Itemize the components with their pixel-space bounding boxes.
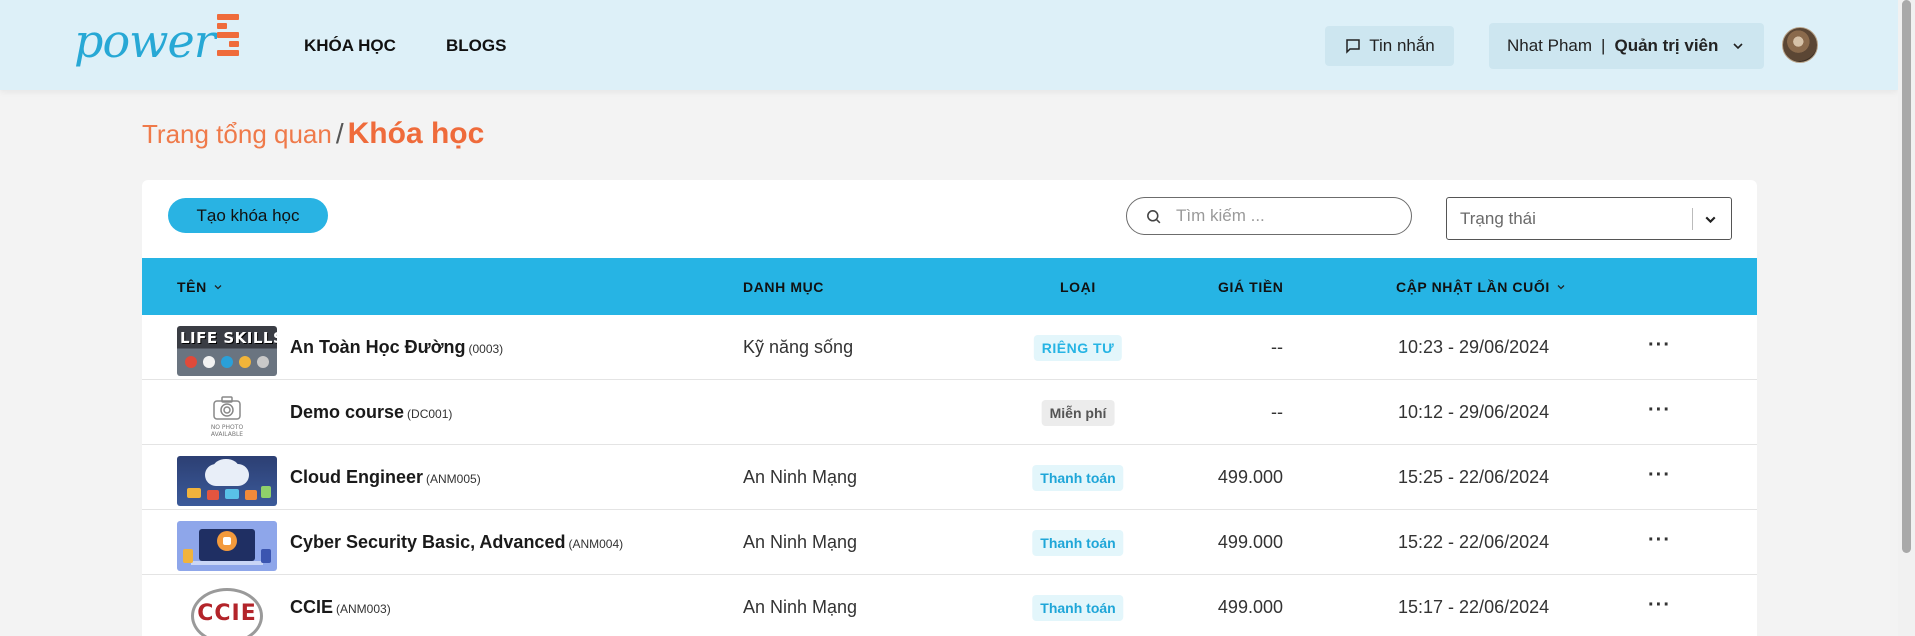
more-actions-button[interactable]: ··· <box>1648 335 1671 355</box>
course-category: An Ninh Mạng <box>743 467 858 487</box>
table-row[interactable]: Cyber Security Basic, Advanced (ANM004) A… <box>142 510 1757 575</box>
search-input[interactable] <box>1176 206 1396 226</box>
page-title: Khóa học <box>347 117 485 150</box>
column-header-name[interactable]: TÊN <box>177 279 224 295</box>
column-header-category: DANH MỤC <box>743 279 825 295</box>
course-name[interactable]: An Toàn Học Đường (0003) <box>290 337 503 358</box>
select-divider <box>1692 208 1693 230</box>
page-scrollbar[interactable] <box>1898 0 1915 636</box>
thumbnail-text: NO PHOTO AVAILABLE <box>210 424 244 438</box>
power5-logo[interactable]: power <box>74 14 243 64</box>
course-category: An Ninh Mạng <box>743 597 858 617</box>
user-separator: | <box>1601 36 1606 55</box>
type-badge: Thanh toán <box>1032 465 1124 491</box>
user-role: Quản trị viên <box>1614 36 1719 55</box>
course-updated-at: 10:23 - 29/06/2024 <box>1398 337 1550 357</box>
course-code: (DC001) <box>407 407 453 421</box>
more-actions-button[interactable]: ··· <box>1648 400 1671 420</box>
type-badge: RIÊNG TƯ <box>1033 335 1123 361</box>
scrollbar-thumb[interactable] <box>1902 0 1911 553</box>
course-code: (ANM004) <box>568 537 624 551</box>
breadcrumb: Trang tổng quan / Khóa học <box>142 117 484 151</box>
messages-label: Tin nhắn <box>1369 36 1435 55</box>
course-thumbnail <box>177 521 277 571</box>
course-thumbnail: CCIE <box>177 586 277 636</box>
course-price: 499.000 <box>1217 467 1283 487</box>
chevron-down-icon <box>1702 211 1719 228</box>
course-name-text: Cyber Security Basic, Advanced <box>290 532 566 552</box>
course-category: Kỹ năng sống <box>743 337 854 357</box>
more-actions-button[interactable]: ··· <box>1648 530 1671 550</box>
column-header-type: LOẠI <box>1060 279 1096 295</box>
table-row[interactable]: CCIE CCIE (ANM003) An Ninh Mạng Thanh toá… <box>142 575 1757 636</box>
top-bar: power KHÓA HỌC BLOGS Tin nhắn Nhat Pham … <box>0 0 1898 90</box>
breadcrumb-dashboard-link[interactable]: Trang tổng quan <box>142 119 332 149</box>
course-name[interactable]: Cloud Engineer (ANM005) <box>290 467 481 488</box>
thumbnail-text: CCIE <box>197 601 257 626</box>
more-actions-button[interactable]: ··· <box>1648 595 1671 615</box>
course-updated-at: 15:22 - 22/06/2024 <box>1398 532 1550 552</box>
course-thumbnail: NO PHOTO AVAILABLE <box>177 391 277 441</box>
table-row[interactable]: NO PHOTO AVAILABLE Demo course (DC001) Mi… <box>142 380 1757 445</box>
course-name-text: Cloud Engineer <box>290 467 424 487</box>
course-category: An Ninh Mạng <box>743 532 858 552</box>
user-menu[interactable]: Nhat Pham | Quản trị viên <box>1489 23 1764 69</box>
more-actions-button[interactable]: ··· <box>1648 465 1671 485</box>
user-name: Nhat Pham <box>1507 36 1593 55</box>
type-badge: Thanh toán <box>1032 595 1124 621</box>
column-header-name-label: TÊN <box>177 279 207 295</box>
nav-blogs[interactable]: BLOGS <box>446 36 506 56</box>
chevron-down-icon <box>1730 38 1746 54</box>
logo-five-mark <box>216 14 243 58</box>
course-updated-at: 15:25 - 22/06/2024 <box>1398 467 1550 487</box>
status-filter-select[interactable]: Trạng thái <box>1446 197 1732 240</box>
sort-chevron-icon <box>214 285 222 290</box>
sort-chevron-icon <box>1557 285 1565 290</box>
search-box[interactable] <box>1126 197 1412 235</box>
course-price: -- <box>1271 337 1283 357</box>
table-row[interactable]: LIFE SKILLS An Toàn Học Đường (0003) Kỹ n… <box>142 315 1757 380</box>
courses-card: Tạo khóa học Trạng thái TÊN DANH MỤC LOẠ… <box>142 180 1757 636</box>
avatar[interactable] <box>1782 27 1818 63</box>
thumbnail-text: LIFE SKILLS <box>180 329 277 347</box>
course-code: (ANM003) <box>336 602 391 616</box>
table-row[interactable]: Cloud Engineer (ANM005) An Ninh Mạng Than… <box>142 445 1757 510</box>
course-updated-at: 10:12 - 29/06/2024 <box>1398 402 1550 422</box>
search-icon <box>1145 208 1162 225</box>
table-header: TÊN DANH MỤC LOẠI GIÁ TIỀN CẬP NHẬT LẦN … <box>142 258 1757 315</box>
camera-icon <box>213 396 241 420</box>
column-header-updated[interactable]: CẬP NHẬT LẦN CUỐI <box>1396 279 1567 295</box>
course-price: 499.000 <box>1217 597 1283 617</box>
type-badge: Thanh toán <box>1032 530 1124 556</box>
course-code: (0003) <box>468 342 504 356</box>
course-price: -- <box>1271 402 1283 422</box>
status-filter-placeholder: Trạng thái <box>1460 208 1536 228</box>
breadcrumb-separator: / <box>335 118 344 149</box>
type-badge: Miễn phí <box>1041 400 1115 426</box>
course-thumbnail <box>177 456 277 506</box>
course-thumbnail: LIFE SKILLS <box>177 326 277 376</box>
logo-text: power <box>74 14 216 68</box>
course-price: 499.000 <box>1217 532 1283 552</box>
chat-icon <box>1344 37 1362 55</box>
create-course-button[interactable]: Tạo khóa học <box>168 198 328 233</box>
course-name[interactable]: Cyber Security Basic, Advanced (ANM004) <box>290 532 623 553</box>
course-name-text: An Toàn Học Đường <box>290 337 466 357</box>
column-header-price: GIÁ TIỀN <box>1218 279 1284 295</box>
nav-khoa-hoc[interactable]: KHÓA HỌC <box>304 36 396 56</box>
course-code: (ANM005) <box>426 472 481 486</box>
course-updated-at: 15:17 - 22/06/2024 <box>1398 597 1550 617</box>
course-name[interactable]: CCIE (ANM003) <box>290 597 391 618</box>
messages-button[interactable]: Tin nhắn <box>1325 26 1454 66</box>
column-header-updated-label: CẬP NHẬT LẦN CUỐI <box>1396 279 1550 295</box>
course-name-text: Demo course <box>290 402 405 422</box>
course-name-text: CCIE <box>290 597 334 617</box>
course-name[interactable]: Demo course (DC001) <box>290 402 452 423</box>
